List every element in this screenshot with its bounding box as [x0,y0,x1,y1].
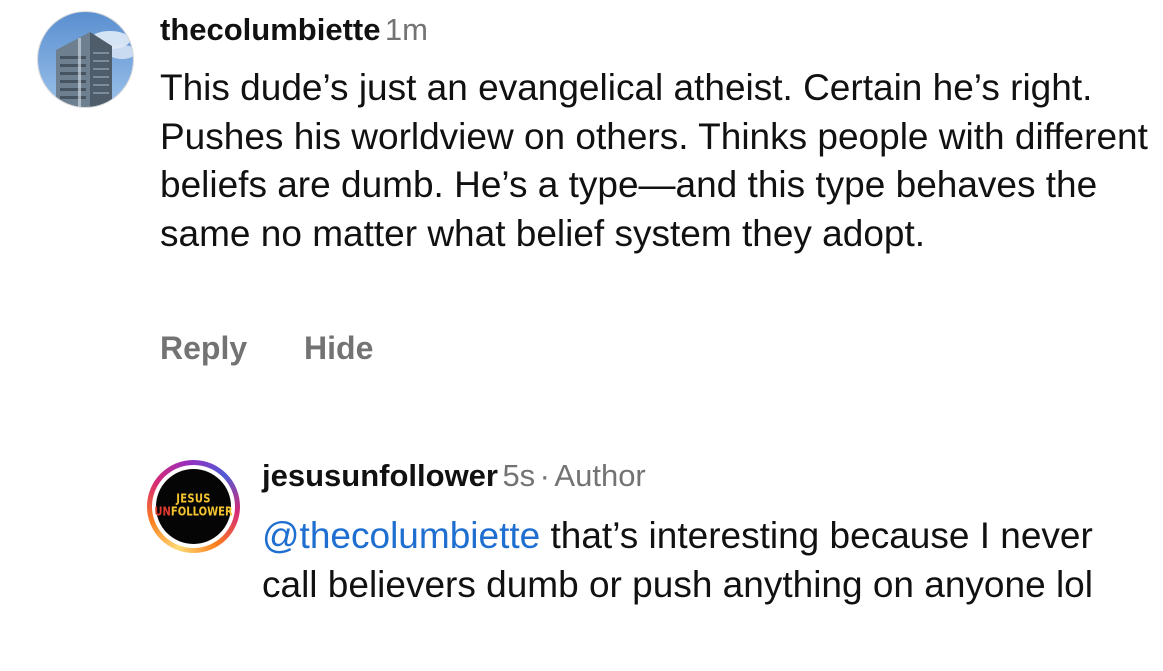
comment-header: thecolumbiette 1m [160,12,428,48]
logo-text-un: UN [154,505,171,520]
avatar[interactable] [37,11,134,108]
logo-text-jesus: JESUS [176,492,211,507]
comment-text: @thecolumbiette that’s interesting becau… [262,512,1152,609]
avatar[interactable]: JESUS UNFOLLOWER [154,469,233,544]
timestamp: 5s [502,458,536,493]
building-photo-icon [38,12,133,107]
hide-button[interactable]: Hide [304,330,373,366]
comment-header: jesusunfollower 5s · Author [262,458,646,494]
separator-dot: · [539,458,550,493]
username[interactable]: jesusunfollower [262,458,498,493]
mention-link[interactable]: @thecolumbiette [262,515,540,556]
author-badge: Author [554,458,646,493]
logo-text-unfollower: UNFOLLOWER [154,505,233,520]
story-ring[interactable]: JESUS UNFOLLOWER [147,460,240,553]
comment-thecolumbiette: thecolumbiette 1m This dude’s just an ev… [0,0,1163,400]
username[interactable]: thecolumbiette [160,12,380,47]
logo-text-follower: FOLLOWER [170,505,233,520]
comment-actions: Reply Hide [160,330,373,367]
timestamp: 1m [384,12,428,47]
reply-button[interactable]: Reply [160,330,247,366]
comment-text: This dude’s just an evangelical atheist.… [160,67,1148,254]
